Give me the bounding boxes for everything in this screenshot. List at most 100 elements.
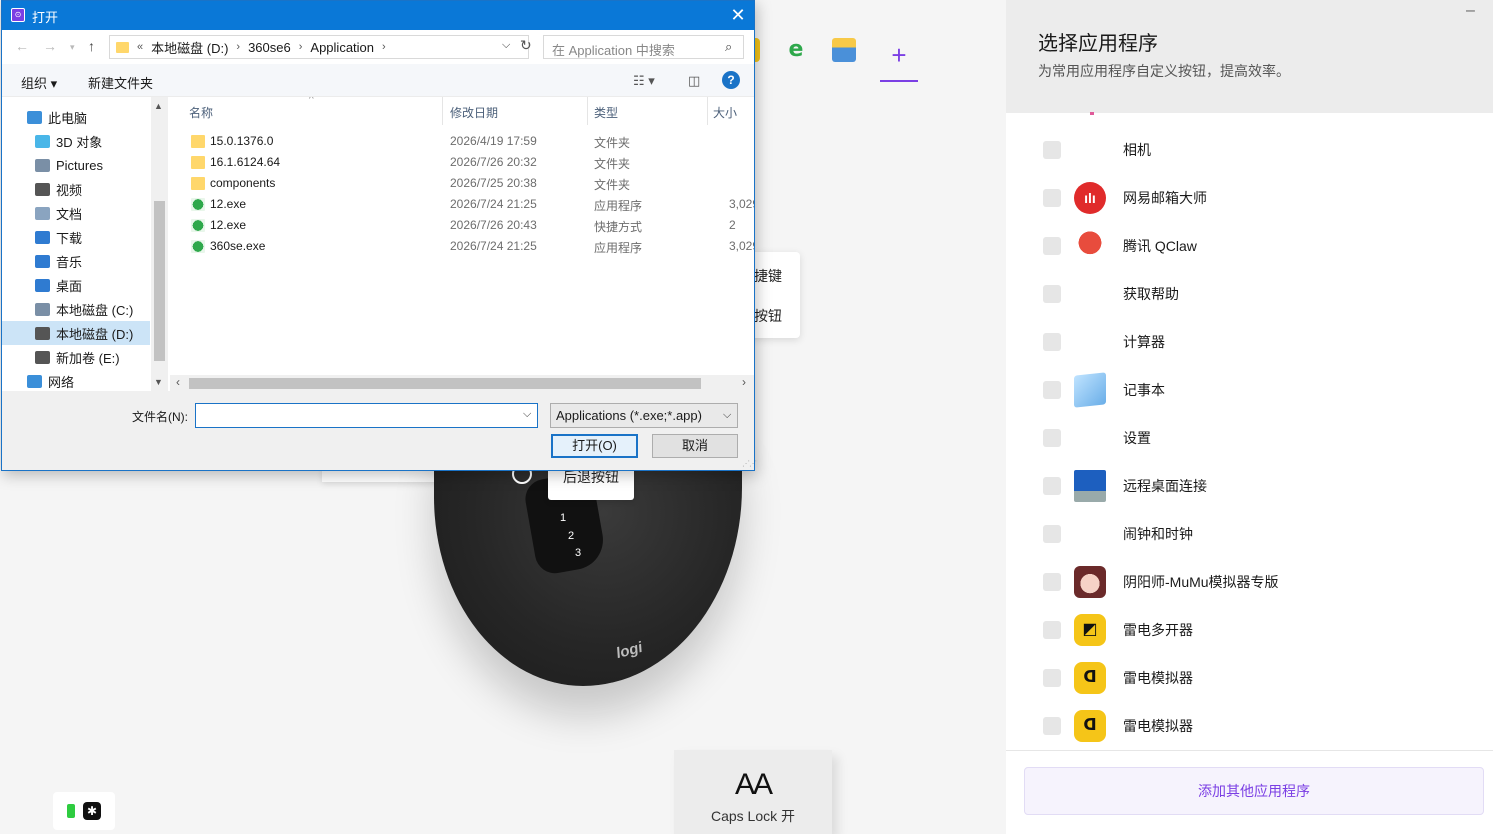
breadcrumb-separator[interactable]: › <box>299 41 303 53</box>
nav-item[interactable]: 视频 <box>2 177 150 201</box>
breadcrumb-overflow[interactable]: « <box>137 41 143 53</box>
app-checkbox[interactable] <box>1043 141 1061 159</box>
nav-item[interactable]: 下载 <box>2 225 150 249</box>
back-arrow-icon[interactable]: ← <box>15 38 29 54</box>
minimize-icon[interactable]: – <box>1466 2 1475 20</box>
column-divider[interactable] <box>707 97 708 125</box>
dialog-titlebar[interactable]: ⊙ 打开 ✕ <box>2 1 754 30</box>
search-icon[interactable]: ⌕ <box>725 39 732 55</box>
app-checkbox[interactable] <box>1043 477 1061 495</box>
forward-arrow-icon[interactable]: → <box>43 38 57 54</box>
nav-item[interactable]: 桌面 <box>2 273 150 297</box>
refresh-icon[interactable]: ↻ <box>520 37 532 54</box>
file-row[interactable]: 16.1.6124.64 2026/7/26 20:32 文件夹 <box>170 152 754 173</box>
caps-lock-card[interactable]: AA Caps Lock 开 <box>674 750 832 834</box>
scroll-up-icon[interactable]: ▲ <box>154 101 163 111</box>
app-checkbox[interactable] <box>1043 429 1061 447</box>
mouse-button-2-label[interactable]: 2 <box>568 530 574 542</box>
new-folder-button[interactable]: 新建文件夹 <box>88 73 153 92</box>
column-header-size[interactable]: 大小 <box>713 104 737 121</box>
nav-item[interactable]: 3D 对象 <box>2 129 150 153</box>
nav-item[interactable]: 此电脑 <box>2 105 150 129</box>
nav-item[interactable]: 新加卷 (E:) <box>2 345 150 369</box>
app-checkbox[interactable] <box>1043 189 1061 207</box>
app-checkbox[interactable] <box>1043 525 1061 543</box>
app-checkbox[interactable] <box>1043 285 1061 303</box>
nav-item[interactable]: 网络 <box>2 369 150 391</box>
file-row[interactable]: components 2026/7/25 20:38 文件夹 <box>170 173 754 194</box>
breadcrumb-current[interactable]: Application <box>310 40 374 55</box>
column-header-type[interactable]: 类型 <box>594 104 618 121</box>
app-list-item[interactable]: 记事本 <box>1006 366 1493 414</box>
nav-item[interactable]: 文档 <box>2 201 150 225</box>
file-explorer-icon[interactable] <box>832 38 856 62</box>
preview-pane-icon[interactable]: ◫ <box>688 73 700 89</box>
breadcrumb-separator[interactable]: › <box>236 41 240 53</box>
nav-item[interactable]: 音乐 <box>2 249 150 273</box>
file-row[interactable]: 360se.exe 2026/7/24 21:25 应用程序 3,029 <box>170 236 754 257</box>
app-checkbox[interactable] <box>1043 381 1061 399</box>
horizontal-scrollbar[interactable]: ‹ › <box>170 375 754 391</box>
app-list-item[interactable]: ᗡ 雷电模拟器 <box>1006 654 1493 702</box>
help-icon[interactable]: ? <box>722 71 740 89</box>
breadcrumb-folder[interactable]: 360se6 <box>248 40 291 55</box>
column-header-date[interactable]: 修改日期 <box>450 104 498 121</box>
filename-history-dropdown-icon[interactable]: ⌵ <box>523 408 531 421</box>
app-list-item[interactable]: 腾讯 QClaw <box>1006 222 1493 270</box>
nav-scroll-thumb[interactable] <box>154 201 165 361</box>
column-divider[interactable] <box>442 97 443 125</box>
recent-locations-icon[interactable]: ▾ <box>70 42 75 53</box>
app-checkbox[interactable] <box>1043 237 1061 255</box>
app-list-item[interactable]: 相机 <box>1006 126 1493 174</box>
search-box[interactable]: 在 Application 中搜索 ⌕ <box>543 35 744 59</box>
scroll-down-icon[interactable]: ▼ <box>154 377 163 387</box>
app-checkbox[interactable] <box>1043 621 1061 639</box>
file-row[interactable]: 12.exe 2026/7/26 20:43 快捷方式 2 <box>170 215 754 236</box>
nav-item[interactable]: Pictures <box>2 153 150 177</box>
scroll-right-icon[interactable]: › <box>742 375 746 389</box>
file-row[interactable]: 15.0.1376.0 2026/4/19 17:59 文件夹 <box>170 131 754 152</box>
view-options-icon[interactable]: ☷ ▾ <box>633 73 655 89</box>
add-other-app-button[interactable]: 添加其他应用程序 <box>1024 767 1484 815</box>
filetype-select[interactable]: Applications (*.exe;*.app) ⌵ <box>550 403 738 428</box>
menu-item-shortcut[interactable]: 捷键 <box>754 266 782 286</box>
column-header-name[interactable]: 名称 <box>189 104 213 121</box>
cancel-button[interactable]: 取消 <box>652 434 738 458</box>
app-list-item[interactable]: 计算器 <box>1006 318 1493 366</box>
nav-scrollbar[interactable]: ▲ ▼ <box>151 97 168 391</box>
filename-input[interactable] <box>195 403 538 428</box>
app-list-item[interactable]: ᗡ 雷电模拟器 <box>1006 702 1493 750</box>
column-divider[interactable] <box>587 97 588 125</box>
app-list-item[interactable]: ◩ 雷电多开器 <box>1006 606 1493 654</box>
app-checkbox[interactable] <box>1043 573 1061 591</box>
app-list-item[interactable]: 获取帮助 <box>1006 270 1493 318</box>
app-label: 闹钟和时钟 <box>1123 526 1193 542</box>
app-checkbox[interactable] <box>1043 717 1061 735</box>
h-scroll-thumb[interactable] <box>189 378 701 389</box>
browser-icon[interactable]: e <box>784 38 808 62</box>
breadcrumb-separator[interactable]: › <box>382 41 386 53</box>
add-app-tab[interactable]: + <box>880 40 918 82</box>
app-list-item[interactable]: ılı 网易邮箱大师 <box>1006 174 1493 222</box>
nav-item[interactable]: 本地磁盘 (D:) <box>2 321 150 345</box>
scroll-left-icon[interactable]: ‹ <box>176 375 180 389</box>
app-list-item[interactable]: 阴阳师-MuMu模拟器专版 <box>1006 558 1493 606</box>
app-list-item[interactable]: 远程桌面连接 <box>1006 462 1493 510</box>
open-button[interactable]: 打开(O) <box>551 434 638 458</box>
chevron-down-icon[interactable]: ⌵ <box>502 39 510 52</box>
menu-item-button[interactable]: 按钮 <box>754 306 782 326</box>
app-checkbox[interactable] <box>1043 669 1061 687</box>
mouse-button-1-label[interactable]: 1 <box>560 512 566 524</box>
up-arrow-icon[interactable]: ↑ <box>88 38 95 54</box>
close-icon[interactable]: ✕ <box>724 3 752 27</box>
file-row[interactable]: 12.exe 2026/7/24 21:25 应用程序 3,029 <box>170 194 754 215</box>
resize-grip-icon[interactable]: ⋰⋰ <box>742 459 757 468</box>
app-checkbox[interactable] <box>1043 333 1061 351</box>
address-bar[interactable]: « 本地磁盘 (D:) › 360se6 › Application › ⌵ ↻ <box>109 35 532 59</box>
organize-menu[interactable]: 组织 ▾ <box>21 73 57 92</box>
nav-item[interactable]: 本地磁盘 (C:) <box>2 297 150 321</box>
breadcrumb-drive[interactable]: 本地磁盘 (D:) <box>151 38 228 57</box>
app-list-item[interactable]: 设置 <box>1006 414 1493 462</box>
app-list-item[interactable]: 闹钟和时钟 <box>1006 510 1493 558</box>
mouse-button-3-label[interactable]: 3 <box>575 547 581 559</box>
